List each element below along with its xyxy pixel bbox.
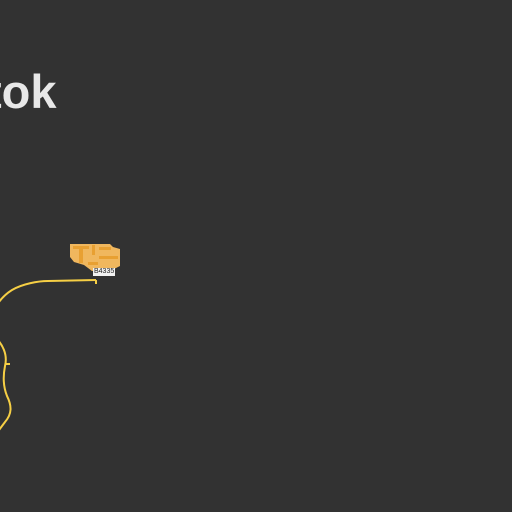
building-marker[interactable]	[70, 244, 120, 271]
map-canvas[interactable]: tok B4335	[0, 0, 512, 512]
place-label: tok	[0, 65, 57, 118]
map-features	[0, 244, 120, 431]
road-line	[0, 279, 97, 303]
road-number-badge: B4335	[93, 268, 116, 276]
road-line	[0, 341, 12, 431]
